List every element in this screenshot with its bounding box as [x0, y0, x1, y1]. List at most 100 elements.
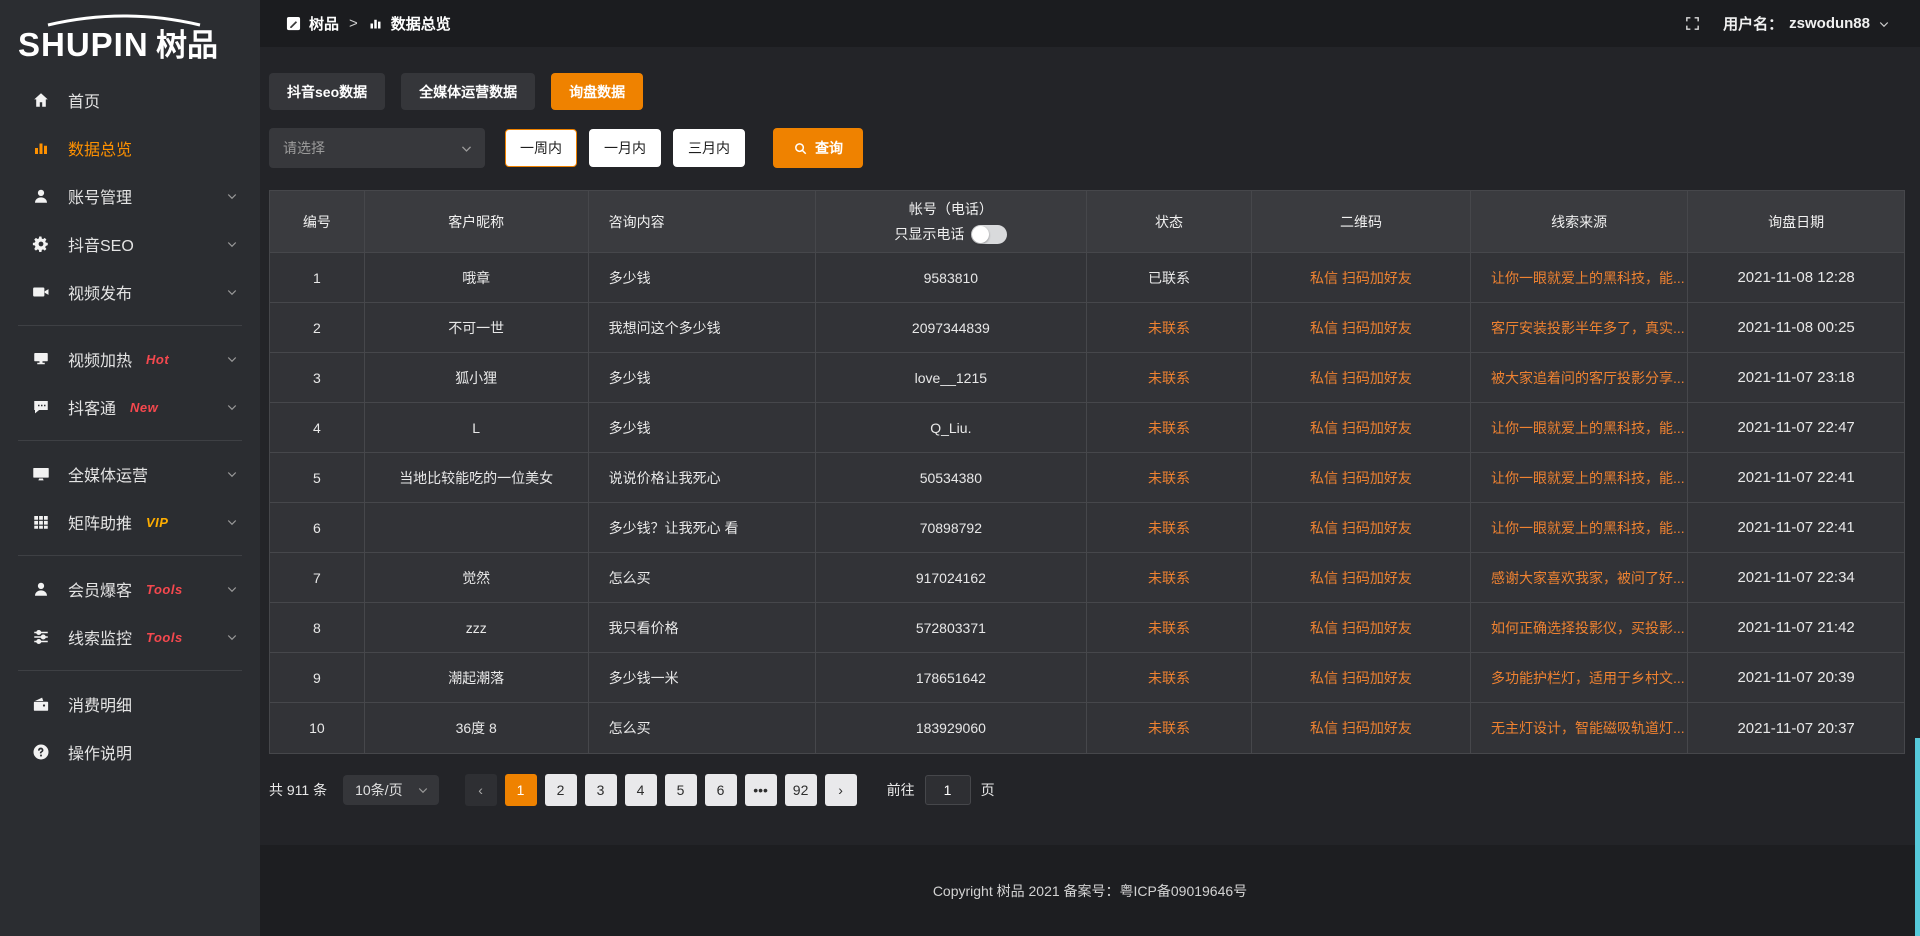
- qr-friend-link[interactable]: 私信 扫码加好友: [1310, 268, 1412, 288]
- breadcrumb-root[interactable]: 树品: [309, 13, 339, 34]
- cell-no: 2: [270, 303, 365, 353]
- query-button[interactable]: 查询: [773, 128, 863, 168]
- next-page-button[interactable]: ›: [825, 774, 857, 806]
- page-button-5[interactable]: 5: [665, 774, 697, 806]
- table-header-row: 编号客户昵称咨询内容帐号（电话）只显示电话状态二维码线索来源询盘日期: [270, 191, 1904, 253]
- sidebar-item-lead-monitor[interactable]: 线索监控Tools: [0, 613, 260, 661]
- sidebar-item-help[interactable]: 操作说明: [0, 728, 260, 776]
- table-row: 7觉然怎么买917024162未联系私信 扫码加好友感谢大家喜欢我家，被问了好.…: [270, 553, 1904, 603]
- qr-friend-link[interactable]: 私信 扫码加好友: [1310, 518, 1412, 538]
- user-icon: [32, 186, 52, 206]
- chevron-down-icon: [226, 401, 238, 413]
- range-button-one-month[interactable]: 一月内: [589, 129, 661, 167]
- qr-friend-link[interactable]: 私信 扫码加好友: [1310, 368, 1412, 388]
- cell-content: 怎么买: [589, 703, 816, 753]
- cell-content: 多少钱: [589, 353, 816, 403]
- cell-account: 9583810: [816, 253, 1087, 303]
- chevron-down-icon: [226, 353, 238, 365]
- lead-source-link[interactable]: 让你一眼就爱上的黑科技，能...: [1491, 268, 1685, 288]
- lead-source-link[interactable]: 客厅安装投影半年多了，真实...: [1491, 318, 1685, 338]
- cell-qr: 私信 扫码加好友: [1252, 403, 1471, 453]
- sidebar-divider: [18, 555, 242, 556]
- topbar-right: 用户名： zswodun88: [1684, 13, 1890, 34]
- sidebar-item-member-baoke[interactable]: 会员爆客Tools: [0, 565, 260, 613]
- scrollbar-thumb[interactable]: [1915, 738, 1920, 936]
- sidebar-item-douyin-seo[interactable]: 抖音SEO: [0, 220, 260, 268]
- cell-qr: 私信 扫码加好友: [1252, 453, 1471, 503]
- cell-date: 2021-11-07 22:41: [1688, 453, 1904, 503]
- member-icon: [32, 579, 52, 599]
- lead-source-link[interactable]: 感谢大家喜欢我家，被问了好...: [1491, 568, 1685, 588]
- qr-friend-link[interactable]: 私信 扫码加好友: [1310, 718, 1412, 738]
- lead-source-link[interactable]: 无主灯设计，智能磁吸轨道灯...: [1491, 718, 1685, 738]
- lead-source-link[interactable]: 让你一眼就爱上的黑科技，能...: [1491, 468, 1685, 488]
- lead-source-link[interactable]: 让你一眼就爱上的黑科技，能...: [1491, 418, 1685, 438]
- username-label: 用户名：: [1723, 13, 1783, 34]
- page-button-4[interactable]: 4: [625, 774, 657, 806]
- sidebar-item-home[interactable]: 首页: [0, 76, 260, 124]
- filter-bar: 请选择 一周内一月内三月内 查询: [269, 128, 1905, 168]
- range-button-three-month[interactable]: 三月内: [673, 129, 745, 167]
- qr-friend-link[interactable]: 私信 扫码加好友: [1310, 468, 1412, 488]
- tab-media-ops-data[interactable]: 全媒体运营数据: [401, 73, 535, 110]
- cell-nickname: 当地比较能吃的一位美女: [365, 453, 589, 503]
- chart-icon: [32, 138, 52, 158]
- sidebar-item-douketong[interactable]: 抖客通New: [0, 383, 260, 431]
- page-size-select[interactable]: 10条/页: [343, 775, 438, 805]
- cell-source: 感谢大家喜欢我家，被问了好...: [1471, 553, 1688, 603]
- sidebar-item-video-heat[interactable]: 视频加热Hot: [0, 335, 260, 383]
- cell-content: 我想问这个多少钱: [589, 303, 816, 353]
- qr-friend-link[interactable]: 私信 扫码加好友: [1310, 418, 1412, 438]
- page-button-2[interactable]: 2: [545, 774, 577, 806]
- page-button-1[interactable]: 1: [505, 774, 537, 806]
- page-button-92[interactable]: 92: [785, 774, 817, 806]
- lead-source-link[interactable]: 让你一眼就爱上的黑科技，能...: [1491, 518, 1685, 538]
- goto-page-input[interactable]: [925, 775, 971, 805]
- sidebar-badge: New: [130, 400, 158, 415]
- status-badge: 未联系: [1148, 468, 1190, 488]
- range-button-one-week[interactable]: 一周内: [505, 129, 577, 167]
- cell-date: 2021-11-07 22:41: [1688, 503, 1904, 553]
- sidebar-item-spend-detail[interactable]: 消费明细: [0, 680, 260, 728]
- brand-logo[interactable]: SHUPIN 树品: [0, 8, 260, 66]
- sidebar-item-label: 矩阵助推: [68, 510, 132, 534]
- tab-inquiry-data[interactable]: 询盘数据: [551, 73, 643, 110]
- cell-no: 3: [270, 353, 365, 403]
- table-row: 4L多少钱Q_Liu.未联系私信 扫码加好友让你一眼就爱上的黑科技，能...20…: [270, 403, 1904, 453]
- page-button-6[interactable]: 6: [705, 774, 737, 806]
- page-button-3[interactable]: 3: [585, 774, 617, 806]
- qr-friend-link[interactable]: 私信 扫码加好友: [1310, 618, 1412, 638]
- column-header: 编号: [270, 191, 365, 253]
- cell-content: 多少钱: [589, 253, 816, 303]
- more-pages-button[interactable]: •••: [745, 774, 777, 806]
- cell-qr: 私信 扫码加好友: [1252, 353, 1471, 403]
- cell-status: 未联系: [1087, 653, 1252, 703]
- user-menu[interactable]: 用户名： zswodun88: [1723, 13, 1890, 34]
- lead-source-link[interactable]: 多功能护栏灯，适用于乡村文...: [1491, 668, 1685, 688]
- filter-select[interactable]: 请选择: [269, 128, 485, 168]
- sidebar-item-media-operation[interactable]: 全媒体运营: [0, 450, 260, 498]
- sidebar-item-label: 全媒体运营: [68, 462, 148, 486]
- sidebar-item-video-publish[interactable]: 视频发布: [0, 268, 260, 316]
- filter-select-placeholder: 请选择: [283, 138, 325, 158]
- tab-douyin-seo-data[interactable]: 抖音seo数据: [269, 73, 385, 110]
- sidebar-item-data-overview[interactable]: 数据总览: [0, 124, 260, 172]
- qr-friend-link[interactable]: 私信 扫码加好友: [1310, 668, 1412, 688]
- cell-date: 2021-11-07 20:37: [1688, 703, 1904, 753]
- column-header: 询盘日期: [1688, 191, 1904, 253]
- fullscreen-icon[interactable]: [1684, 15, 1701, 32]
- prev-page-button[interactable]: ‹: [465, 774, 497, 806]
- sidebar-badge: VIP: [146, 515, 168, 530]
- qr-friend-link[interactable]: 私信 扫码加好友: [1310, 568, 1412, 588]
- sidebar-divider: [18, 670, 242, 671]
- status-badge: 未联系: [1148, 518, 1190, 538]
- sidebar-item-matrix-boost[interactable]: 矩阵助推 VIP: [0, 498, 260, 546]
- phone-only-toggle[interactable]: [971, 225, 1007, 244]
- brand-logo-graphic: SHUPIN 树品: [18, 14, 230, 64]
- lead-source-link[interactable]: 如何正确选择投影仪，买投影...: [1491, 618, 1685, 638]
- cell-date: 2021-11-08 12:28: [1688, 253, 1904, 303]
- sidebar-item-account-manage[interactable]: 账号管理: [0, 172, 260, 220]
- lead-source-link[interactable]: 被大家追着问的客厅投影分享...: [1491, 368, 1685, 388]
- qr-friend-link[interactable]: 私信 扫码加好友: [1310, 318, 1412, 338]
- cell-no: 4: [270, 403, 365, 453]
